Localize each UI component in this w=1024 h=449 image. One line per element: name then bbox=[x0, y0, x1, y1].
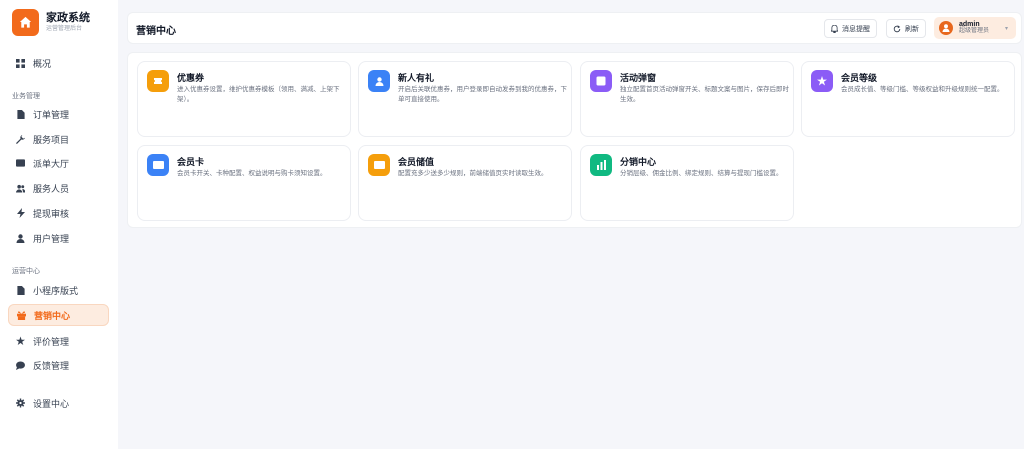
sidebar-item-label: 概况 bbox=[33, 58, 52, 69]
card-coupons[interactable]: 优惠券进入优惠券设置，维护优惠券模板（领用、满减、上架下架）。 bbox=[137, 61, 351, 137]
card-member-levels[interactable]: 会员等级会员成长值、等级门槛、等级权益和升级规则统一配置。 bbox=[801, 61, 1015, 137]
sidebar-item-miniprogram-layout[interactable]: 小程序版式 bbox=[8, 279, 109, 301]
sidebar-item-marketing[interactable]: 营销中心 bbox=[8, 304, 109, 326]
avatar bbox=[939, 21, 953, 35]
card-member-card[interactable]: 会员卡会员卡开关、卡种配置、权益说明与购卡须知设置。 bbox=[137, 145, 351, 221]
user-menu[interactable]: admin 超级管理员 ▾ bbox=[934, 17, 1016, 39]
home-icon bbox=[12, 9, 39, 36]
card-title: 会员储值 bbox=[398, 157, 435, 167]
card-new-user-gift[interactable]: 新人有礼开启后关联优惠券，用户登录即自动发券到我的优惠券，下单可直接使用。 bbox=[358, 61, 572, 137]
bell-icon bbox=[831, 24, 838, 33]
file-icon bbox=[16, 285, 25, 295]
top-bar: 营销中心 消息提醒 刷新 admin 超级管理员 ▾ bbox=[127, 12, 1022, 44]
sidebar-item-overview[interactable]: 概况 bbox=[8, 52, 109, 74]
wrench-icon bbox=[16, 134, 25, 144]
sidebar-item-label: 服务人员 bbox=[33, 183, 70, 194]
user-icon bbox=[16, 233, 25, 243]
gear-icon bbox=[16, 398, 25, 408]
brand-subtitle: 运营管理后台 bbox=[46, 26, 83, 32]
ticket-icon bbox=[147, 70, 169, 92]
notifications-label: 消息提醒 bbox=[842, 25, 870, 33]
marketing-panel: 优惠券 进入优惠券设置，维护优惠券模板（领用、满减、上架下架）。 新人有礼 开启后关联… bbox=[127, 52, 1022, 228]
sidebar-item-label: 提现审核 bbox=[33, 208, 70, 219]
refresh-button[interactable]: 刷新 bbox=[886, 19, 926, 38]
brand[interactable]: 家政系统 运营管理后台 bbox=[12, 9, 90, 36]
card-description: 进入优惠券设置，维护优惠券模板（领用、满减、上架下架）。 bbox=[177, 86, 340, 103]
ticket-icon bbox=[16, 159, 25, 168]
sidebar-item-label: 设置中心 bbox=[33, 398, 70, 409]
sidebar-item-staff[interactable]: 服务人员 bbox=[8, 177, 109, 199]
star-icon bbox=[811, 70, 833, 92]
sidebar-item-label: 订单管理 bbox=[33, 109, 70, 120]
document-icon bbox=[16, 109, 25, 119]
card-description: 开启后关联优惠券，用户登录即自动发券到我的优惠券，下单可直接使用。 bbox=[398, 86, 567, 103]
card-distribution-center[interactable]: 分销中心分销层级、佣金比例、绑定规则、结算与提现门槛设置。 bbox=[580, 145, 794, 221]
sidebar-item-settings[interactable]: 设置中心 bbox=[8, 392, 109, 414]
sidebar-item-orders[interactable]: 订单管理 bbox=[8, 103, 109, 125]
card-title: 会员等级 bbox=[841, 73, 878, 83]
card-icon bbox=[147, 154, 169, 176]
refresh-icon bbox=[893, 24, 901, 33]
sidebar: 家政系统 运营管理后台 概况 业务管理 订单管理 服务项目 派单大厅 服务人员 … bbox=[0, 0, 118, 449]
chart-icon bbox=[590, 154, 612, 176]
page-title: 营销中心 bbox=[136, 26, 176, 37]
wallet-icon bbox=[368, 154, 390, 176]
dashboard-grid-icon bbox=[16, 58, 25, 68]
card-title: 优惠券 bbox=[177, 73, 205, 83]
chat-icon bbox=[16, 360, 25, 370]
sidebar-item-reviews[interactable]: 评价管理 bbox=[8, 330, 109, 352]
user-icon bbox=[368, 70, 390, 92]
sidebar-item-dispatch[interactable]: 派单大厅 bbox=[8, 152, 109, 174]
star-icon bbox=[16, 336, 25, 346]
card-title: 活动弹窗 bbox=[620, 73, 657, 83]
users-icon bbox=[16, 184, 25, 193]
notifications-button[interactable]: 消息提醒 bbox=[824, 19, 877, 38]
card-title: 会员卡 bbox=[177, 157, 205, 167]
sidebar-item-label: 小程序版式 bbox=[33, 285, 79, 296]
card-activity-popup[interactable]: 活动弹窗独立配置首页活动弹窗开关、标题文案与图片，保存后即时生效。 bbox=[580, 61, 794, 137]
user-role: 超级管理员 bbox=[959, 28, 990, 34]
card-member-stored-value[interactable]: 会员储值配置充多少送多少规则，前端储值页实时读取生效。 bbox=[358, 145, 572, 221]
card-title: 分销中心 bbox=[620, 157, 657, 167]
sidebar-item-withdraw-review[interactable]: 提现审核 bbox=[8, 202, 109, 224]
sidebar-item-label: 用户管理 bbox=[33, 233, 70, 244]
card-description: 独立配置首页活动弹窗开关、标题文案与图片，保存后即时生效。 bbox=[620, 86, 789, 103]
card-description: 会员卡开关、卡种配置、权益说明与购卡须知设置。 bbox=[177, 170, 327, 177]
nav-group-ops: 运营中心 bbox=[12, 268, 40, 275]
nav-group-business: 业务管理 bbox=[12, 93, 40, 100]
gift-icon bbox=[17, 310, 26, 320]
user-name: admin bbox=[959, 21, 980, 28]
sidebar-item-feedback[interactable]: 反馈管理 bbox=[8, 354, 109, 376]
chevron-down-icon: ▾ bbox=[1004, 26, 1008, 32]
brand-title: 家政系统 bbox=[46, 12, 90, 24]
card-description: 配置充多少送多少规则，前端储值页实时读取生效。 bbox=[398, 170, 548, 177]
refresh-label: 刷新 bbox=[905, 25, 919, 33]
sidebar-item-label: 评价管理 bbox=[33, 336, 70, 347]
card-title: 新人有礼 bbox=[398, 73, 435, 83]
sidebar-item-services[interactable]: 服务项目 bbox=[8, 128, 109, 150]
sidebar-item-label: 派单大厅 bbox=[33, 158, 70, 169]
card-description: 会员成长值、等级门槛、等级权益和升级规则统一配置。 bbox=[841, 86, 1004, 93]
window-icon bbox=[590, 70, 612, 92]
sidebar-item-label: 服务项目 bbox=[33, 134, 70, 145]
card-description: 分销层级、佣金比例、绑定规则、结算与提现门槛设置。 bbox=[620, 170, 783, 177]
sidebar-item-users[interactable]: 用户管理 bbox=[8, 227, 109, 249]
sidebar-item-label: 反馈管理 bbox=[33, 360, 70, 371]
bolt-icon bbox=[16, 208, 25, 218]
sidebar-item-label: 营销中心 bbox=[34, 310, 71, 321]
